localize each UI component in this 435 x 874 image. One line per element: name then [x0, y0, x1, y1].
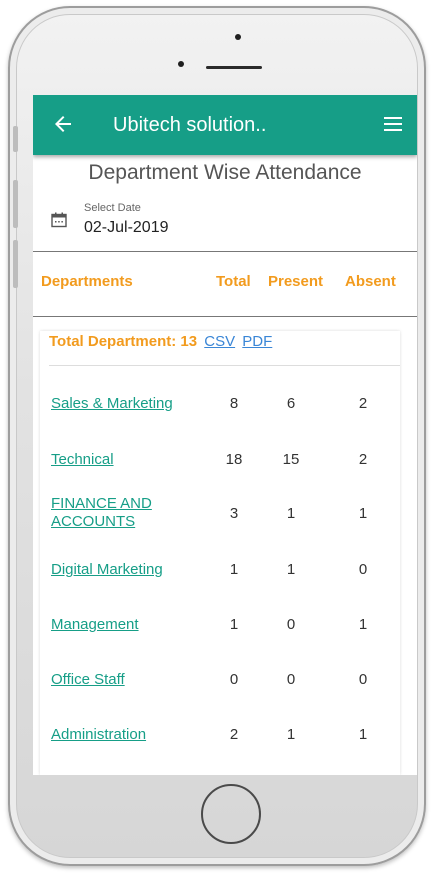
table-row: FINANCE AND ACCOUNTS 3 1 1 [33, 495, 417, 535]
absent-cell: 0 [358, 671, 368, 688]
calendar-icon [51, 212, 67, 228]
volume-up-button [13, 180, 18, 228]
department-link[interactable]: Office Staff [51, 671, 201, 689]
department-link[interactable]: FINANCE AND ACCOUNTS [51, 495, 181, 531]
volume-down-button [13, 240, 18, 288]
front-camera [178, 61, 184, 67]
mute-switch [13, 126, 18, 152]
table-header: Departments Total Present Absent [33, 273, 417, 295]
department-link[interactable]: Digital Marketing [51, 561, 201, 579]
department-link[interactable]: Technical [51, 451, 201, 469]
app-screen: Ubitech solution.. Department Wise Atten… [33, 95, 417, 775]
absent-cell: 1 [358, 505, 368, 522]
total-cell: 2 [229, 726, 239, 743]
table-row: Sales & Marketing 8 6 2 [33, 393, 417, 433]
absent-cell: 0 [358, 561, 368, 578]
home-button[interactable] [201, 784, 261, 844]
present-cell: 1 [286, 726, 296, 743]
header-departments: Departments [41, 273, 133, 290]
divider [33, 251, 417, 252]
total-cell: 8 [229, 395, 239, 412]
proximity-sensor [235, 34, 241, 40]
present-cell: 0 [286, 616, 296, 633]
absent-cell: 2 [358, 395, 368, 412]
csv-export-link[interactable]: CSV [204, 333, 235, 350]
pdf-export-link[interactable]: PDF [242, 333, 272, 350]
present-cell: 1 [286, 505, 296, 522]
department-link[interactable]: Management [51, 616, 201, 634]
total-cell: 3 [229, 505, 239, 522]
present-cell: 0 [286, 671, 296, 688]
app-title: Ubitech solution.. [113, 114, 267, 136]
total-cell: 18 [225, 451, 243, 468]
present-cell: 15 [282, 451, 300, 468]
header-total: Total [216, 273, 251, 290]
earpiece-speaker [206, 66, 262, 69]
absent-cell: 1 [358, 726, 368, 743]
arrow-left-icon[interactable] [51, 112, 75, 136]
total-cell: 1 [229, 616, 239, 633]
present-cell: 1 [286, 561, 296, 578]
department-link[interactable]: Sales & Marketing [51, 395, 201, 413]
absent-cell: 2 [358, 451, 368, 468]
table-row: Digital Marketing 1 1 0 [33, 559, 417, 599]
date-value[interactable]: 02-Jul-2019 [84, 219, 169, 237]
header-absent: Absent [345, 273, 396, 290]
table-row: Administration 2 1 1 [33, 724, 417, 764]
summary-bar: Total Department: 13 CSV PDF [49, 333, 272, 350]
table-row: Office Staff 0 0 0 [33, 669, 417, 709]
total-departments-label: Total Department: 13 [49, 333, 198, 350]
present-cell: 6 [286, 395, 296, 412]
divider [49, 365, 400, 366]
table-row: Management 1 0 1 [33, 614, 417, 654]
header-present: Present [268, 273, 324, 290]
absent-cell: 1 [358, 616, 368, 633]
page-title: Department Wise Attendance [88, 161, 362, 184]
department-link[interactable]: Administration [51, 726, 201, 744]
app-bar: Ubitech solution.. [33, 95, 417, 155]
total-cell: 1 [229, 561, 239, 578]
table-row: Technical 18 15 2 [33, 449, 417, 489]
hamburger-menu-icon[interactable] [383, 115, 403, 133]
total-cell: 0 [229, 671, 239, 688]
date-label: Select Date [84, 202, 141, 214]
divider [33, 316, 417, 317]
